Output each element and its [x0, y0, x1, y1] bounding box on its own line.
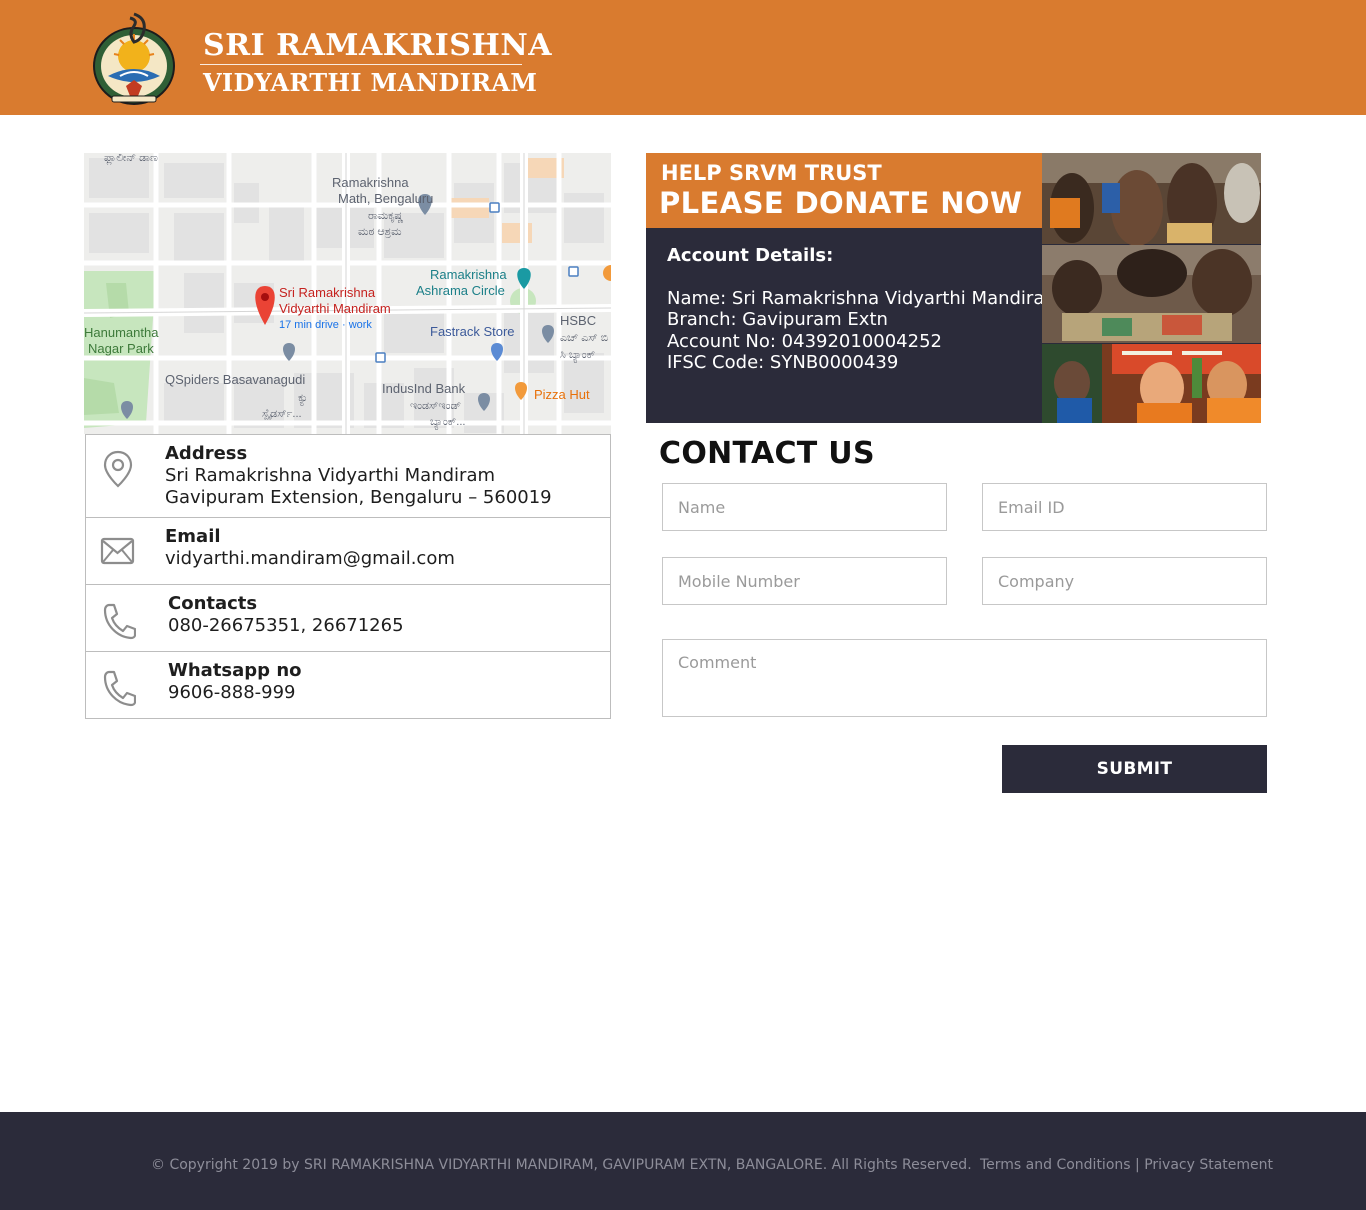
map-pin-title[interactable]: Vidyarthi Mandiram: [279, 301, 391, 317]
map-pin-title[interactable]: Sri Ramakrishna: [279, 285, 375, 301]
map-label: Math, Bengaluru: [338, 191, 434, 206]
address-line-2: Gavipuram Extension, Bengaluru – 560019: [165, 487, 552, 508]
envelope-icon: [100, 532, 136, 572]
company-input[interactable]: [982, 557, 1267, 605]
account-name: Name: Sri Ramakrishna Vidyarthi Mandiram: [667, 287, 1062, 309]
ramakrishna-emblem-icon[interactable]: [90, 10, 178, 106]
whatsapp-title: Whatsapp no: [168, 660, 302, 681]
map-label: IndusInd Bank: [382, 381, 466, 396]
account-details-title: Account Details:: [667, 245, 834, 266]
map-label: ಸ್ಪೈಡರ್ಸ್...: [262, 408, 302, 420]
map-label: Fastrack Store: [430, 324, 515, 339]
donate-photo-collage: [1042, 153, 1261, 423]
brand-line-1: SRI RAMAKRISHNA: [203, 28, 553, 63]
email-row: Email vidyarthi.mandiram@gmail.com: [86, 518, 610, 585]
privacy-link[interactable]: Privacy Statement: [1144, 1157, 1273, 1173]
brand-title[interactable]: SRI RAMAKRISHNA VIDYARTHI MANDIRAM: [200, 30, 552, 97]
address-title: Address: [165, 443, 248, 464]
footer-separator: |: [1135, 1157, 1140, 1173]
map-label: ಎಚ್ ಎಸ್ ಬಿ: [560, 332, 609, 344]
submit-button[interactable]: SUBMIT: [1002, 745, 1267, 793]
email-link[interactable]: vidyarthi.mandiram@gmail.com: [165, 548, 455, 570]
site-footer: © Copyright 2019 by SRI RAMAKRISHNA VIDY…: [0, 1112, 1366, 1210]
account-branch: Branch: Gavipuram Extn: [667, 309, 888, 330]
contacts-numbers[interactable]: 080-26675351, 26671265: [168, 615, 404, 637]
contacts-row: Contacts 080-26675351, 26671265: [86, 585, 610, 652]
email-input[interactable]: [982, 483, 1267, 531]
account-number: Account No: 04392010004252: [667, 330, 942, 352]
donate-heading-large: PLEASE DONATE NOW: [659, 186, 1023, 220]
map-label: ಬ್ಯಾಂಕ್...: [430, 416, 466, 428]
map-label: ರಾಮಕೃಷ್ಣ: [368, 210, 404, 222]
map-label: ಕ್ಯು: [298, 392, 308, 404]
map-label: Ramakrishna: [430, 267, 507, 282]
comment-textarea[interactable]: [662, 639, 1267, 717]
map-label: Nagar Park: [88, 341, 154, 356]
phone-icon: [100, 668, 137, 708]
name-input[interactable]: [662, 483, 947, 531]
donate-heading-small: HELP SRVM TRUST: [661, 161, 882, 185]
mobile-number-input[interactable]: [662, 557, 947, 605]
brand-divider: [200, 64, 522, 65]
map-label: ಸಿ ಬ್ಯಾಂಕ್: [560, 349, 596, 361]
copyright-text: © Copyright 2019 by SRI RAMAKRISHNA VIDY…: [151, 1157, 972, 1173]
map-pin-subtitle: 17 min drive · work: [279, 319, 372, 331]
map-label: Ashrama Circle: [416, 283, 505, 298]
map-label: ಇಂಡಸ್ಇಂಡ್: [410, 400, 462, 412]
address-row: Address Sri Ramakrishna Vidyarthi Mandir…: [86, 435, 610, 518]
contacts-title: Contacts: [168, 593, 258, 614]
map-label: QSpiders Basavanagudi: [165, 372, 306, 387]
email-title: Email: [165, 526, 221, 547]
account-details: Account Details: Name: Sri Ramakrishna V…: [667, 245, 1062, 374]
map-label: Ramakrishna: [332, 175, 409, 190]
map-label: Pizza Hut: [534, 387, 590, 402]
brand-line-2: VIDYARTHI MANDIRAM: [203, 68, 538, 97]
contact-info-table: Address Sri Ramakrishna Vidyarthi Mandir…: [85, 434, 611, 719]
donate-panel: HELP SRVM TRUST PLEASE DONATE NOW Accoun…: [646, 153, 1261, 423]
location-pin-icon: [100, 449, 136, 489]
whatsapp-number[interactable]: 9606-888-999: [168, 682, 302, 704]
google-map[interactable]: ಫ್ಲಾಲೀನ್ ಡಾಣ Ramakrishna Math, Bengaluru…: [84, 153, 611, 434]
terms-link[interactable]: Terms and Conditions: [980, 1157, 1131, 1173]
account-ifsc: IFSC Code: SYNB0000439: [667, 352, 899, 373]
contact-us-title: CONTACT US: [659, 436, 875, 471]
footer-links: Terms and Conditions | Privacy Statement: [980, 1157, 1273, 1173]
site-header: SRI RAMAKRISHNA VIDYARTHI MANDIRAM: [0, 0, 1366, 115]
map-label: Hanumantha: [84, 325, 159, 340]
whatsapp-row: Whatsapp no 9606-888-999: [86, 652, 610, 718]
phone-icon: [100, 601, 137, 641]
map-label: ಮಠ ಆಶ್ರಮ: [358, 226, 402, 238]
map-label: HSBC: [560, 313, 597, 328]
map-label: ಫ್ಲಾಲೀನ್ ಡಾಣ: [104, 153, 158, 164]
donate-heading: HELP SRVM TRUST PLEASE DONATE NOW: [646, 153, 1042, 228]
address-line-1: Sri Ramakrishna Vidyarthi Mandiram: [165, 465, 496, 486]
